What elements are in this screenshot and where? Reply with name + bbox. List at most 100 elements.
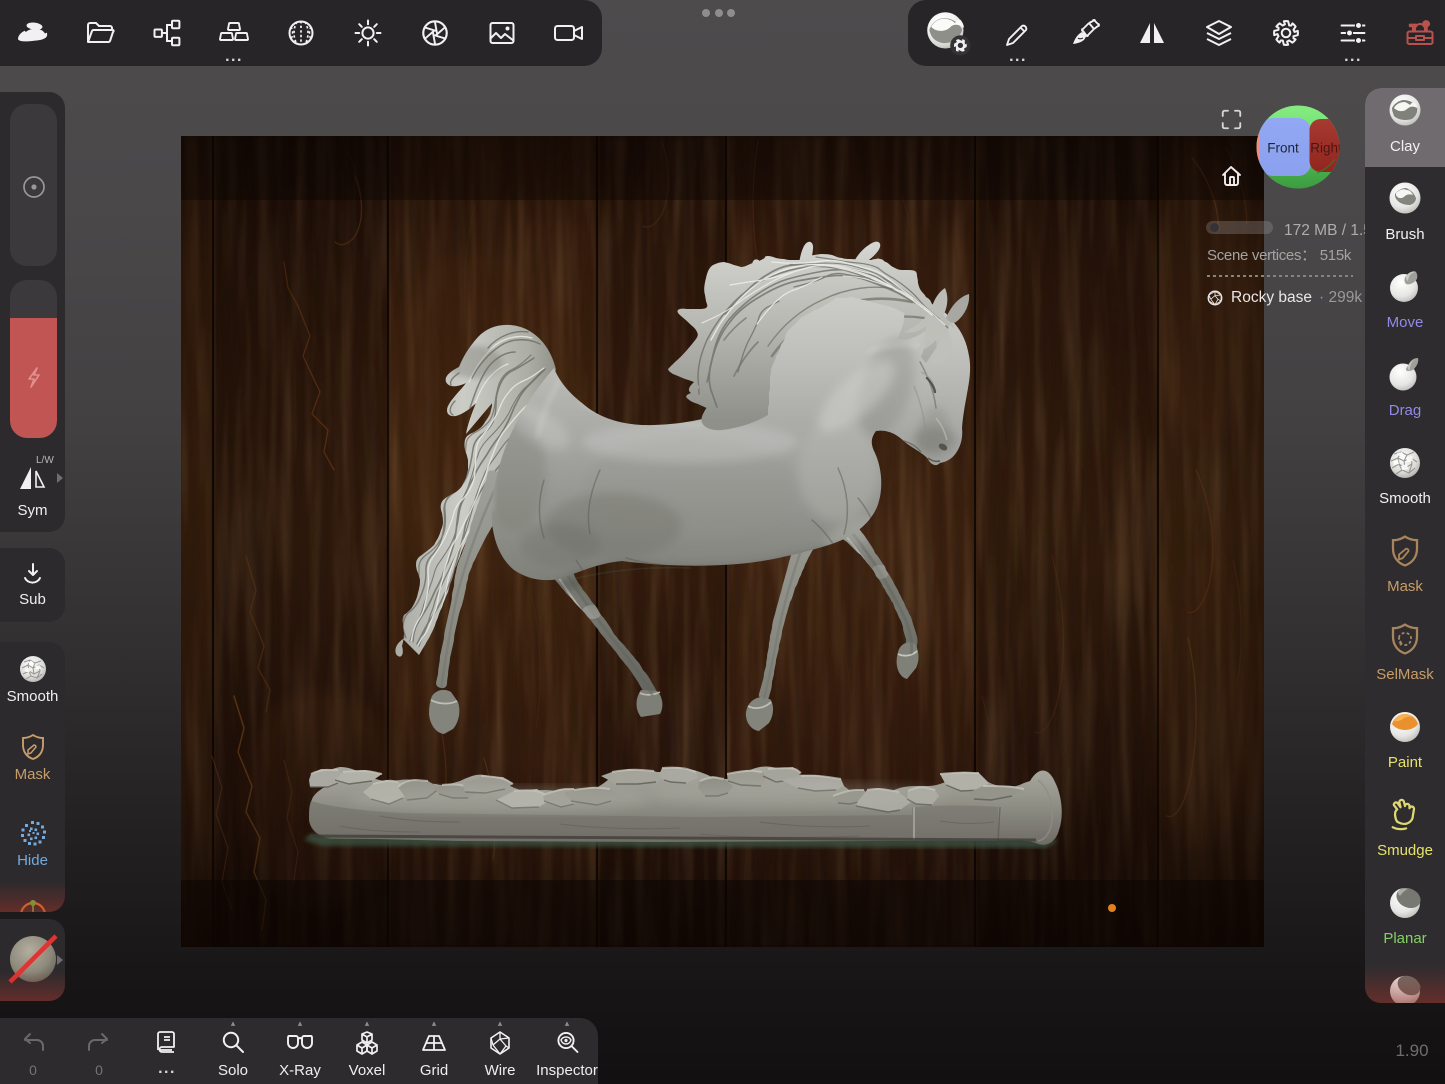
stats-separator: [1207, 275, 1353, 277]
tool-move[interactable]: Move: [1365, 264, 1445, 352]
redo-arrow-icon: [84, 1028, 114, 1058]
redo-button[interactable]: 0: [66, 1018, 132, 1084]
solo-toggle[interactable]: ▴ Solo: [200, 1018, 266, 1084]
magnifier-icon: [218, 1028, 248, 1058]
voxel-cubes-icon: [352, 1028, 382, 1058]
fullscreen-icon[interactable]: [1221, 109, 1242, 130]
layers-icon[interactable]: [1199, 13, 1239, 53]
orientation-gizmo[interactable]: Front Right: [1255, 104, 1341, 190]
interface-icon[interactable]: ...: [1333, 13, 1373, 53]
nomad-logo[interactable]: [13, 13, 53, 53]
paint-sphere-icon: [1382, 704, 1428, 750]
sub-label: Sub: [0, 591, 65, 608]
solo-caret-icon: ▴: [200, 1019, 266, 1027]
tool-selmask[interactable]: SelMask: [1365, 616, 1445, 704]
stroke-icon[interactable]: ...: [998, 13, 1038, 53]
mask-tool-button[interactable]: Mask: [18, 732, 48, 767]
stroke-dot-indicator: [1108, 904, 1116, 912]
tool-move-label: Move: [1365, 314, 1445, 331]
app-version: 1.90: [1379, 1041, 1445, 1061]
intensity-slider[interactable]: [10, 280, 57, 438]
history-button[interactable]: ...: [134, 1018, 200, 1084]
tool-smudge-label: Smudge: [1365, 842, 1445, 859]
background-icon[interactable]: [482, 13, 522, 53]
tool-planar[interactable]: Planar: [1365, 880, 1445, 968]
tool-smooth[interactable]: Smooth: [1365, 440, 1445, 528]
grid-toggle[interactable]: ▴ Grid: [401, 1018, 467, 1084]
mask-label: Mask: [0, 766, 65, 783]
alpha-expand-arrow[interactable]: [57, 955, 63, 965]
tool-clay[interactable]: Clay: [1365, 88, 1445, 176]
camera-icon[interactable]: [549, 13, 589, 53]
hide-dots-icon: [18, 818, 48, 848]
tool-paint-label: Paint: [1365, 754, 1445, 771]
symmetry-toggle-icon[interactable]: [16, 461, 50, 495]
matcap-sphere-icon[interactable]: [925, 10, 971, 56]
wire-label: Wire: [467, 1062, 533, 1079]
smooth-ball-large-icon: [1382, 440, 1428, 486]
planar-sphere-icon: [1382, 880, 1428, 926]
object-vertex-count: · 299k: [1319, 289, 1362, 307]
voxel-label: Voxel: [334, 1062, 400, 1079]
toolbar-top-right: ... ...: [908, 0, 1445, 66]
painting-icon[interactable]: [1065, 13, 1105, 53]
grid-label: Grid: [401, 1062, 467, 1079]
gizmo-front-label[interactable]: Front: [1267, 141, 1299, 156]
voxel-toggle[interactable]: ▴ Voxel: [334, 1018, 400, 1084]
inspector-label: Inspector: [534, 1062, 600, 1079]
left-tools-panel: Smooth Mask Hide: [0, 642, 65, 912]
settings-icon[interactable]: [1266, 13, 1306, 53]
sub-panel[interactable]: Sub: [0, 548, 65, 622]
tool-sidebar: Clay Brush Move Drag: [1365, 88, 1445, 1003]
tool-paint[interactable]: Paint: [1365, 704, 1445, 792]
app-window: Front Right 172 MB / 1.5 GB Scene vertic…: [0, 0, 1445, 1084]
gizmo-tool-icon[interactable]: [17, 896, 49, 912]
undo-button[interactable]: 0: [0, 1018, 66, 1084]
lighting-icon[interactable]: [348, 13, 388, 53]
radius-slider[interactable]: [10, 104, 57, 266]
tool-brush[interactable]: Brush: [1365, 176, 1445, 264]
tool-drag[interactable]: Drag: [1365, 352, 1445, 440]
scene-graph-icon[interactable]: [147, 13, 187, 53]
sym-label: Sym: [0, 502, 65, 519]
smudge-hand-icon: [1386, 796, 1424, 834]
material-more-dots: ...: [214, 51, 254, 63]
magnifier-eye-icon: [552, 1028, 582, 1058]
tool-mask[interactable]: Mask: [1365, 528, 1445, 616]
grid-caret-icon: ▴: [401, 1019, 467, 1027]
postprocess-icon[interactable]: [415, 13, 455, 53]
mask-shield-icon: [1387, 533, 1423, 569]
brush-sphere-icon: [1382, 176, 1428, 222]
smooth-tool-button[interactable]: Smooth: [16, 652, 50, 691]
inspector-toggle[interactable]: ▴ Inspector: [534, 1018, 600, 1084]
toolbar-top-left: ...: [0, 0, 602, 66]
drag-handle-icon[interactable]: [702, 9, 735, 17]
xray-toggle[interactable]: ▴ X-Ray: [267, 1018, 333, 1084]
topology-icon[interactable]: [281, 13, 321, 53]
gizmo-right-label[interactable]: Right: [1310, 141, 1341, 156]
undo-arrow-icon: [18, 1028, 48, 1058]
clay-sphere-icon: [1382, 88, 1428, 134]
tool-flatten-partial[interactable]: [1365, 968, 1445, 1003]
wire-caret-icon: ▴: [467, 1019, 533, 1027]
symmetry-icon[interactable]: [1132, 13, 1172, 53]
smooth-label: Smooth: [0, 688, 65, 705]
radius-dot-icon: [21, 174, 47, 200]
alpha-none-icon: [7, 933, 59, 985]
interface-more-dots: ...: [1333, 51, 1373, 63]
left-slider-panel: L/W Sym: [0, 92, 65, 532]
voxel-caret-icon: ▴: [334, 1019, 400, 1027]
alpha-panel[interactable]: [0, 919, 65, 1001]
toolbox-icon[interactable]: [1400, 13, 1440, 53]
smooth-ball-icon: [16, 652, 50, 686]
history-more-dots: ...: [134, 1060, 200, 1078]
lightning-bolt-icon: [21, 364, 47, 390]
tool-smudge[interactable]: Smudge: [1365, 792, 1445, 880]
wire-toggle[interactable]: ▴ Wire: [467, 1018, 533, 1084]
files-icon[interactable]: [80, 13, 120, 53]
inspector-caret-icon: ▴: [534, 1019, 600, 1027]
material-icon[interactable]: ...: [214, 13, 254, 53]
sym-expand-arrow[interactable]: [57, 473, 63, 483]
home-icon[interactable]: [1219, 163, 1244, 188]
hide-tool-button[interactable]: Hide: [18, 818, 48, 853]
